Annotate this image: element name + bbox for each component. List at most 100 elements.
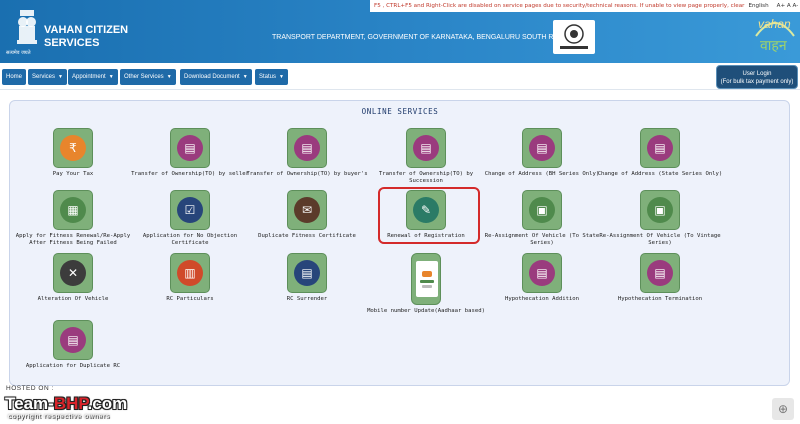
service-tile[interactable]: ▥ [170, 253, 210, 293]
panel-title: ONLINE SERVICES [361, 107, 439, 116]
form-icon: ▤ [294, 135, 320, 161]
service-hypothecation-addition[interactable]: ▤ Hypothecation Addition [477, 253, 607, 303]
service-tile[interactable]: ☑ [170, 190, 210, 230]
vahan-logo: vahan वाहन [752, 6, 798, 60]
service-label: Hypothecation Addition [504, 296, 580, 302]
main-nav: Home Services ▼ Appointment ▼ Other Servic… [0, 63, 800, 90]
watermark-hosted: HOSTED ON : [6, 385, 54, 392]
nav-download-document[interactable]: Download Document ▼ [180, 69, 252, 85]
service-tile[interactable]: ▤ [522, 253, 562, 293]
service-label: Change of Address (BH Series Only) [484, 171, 600, 177]
notice-bar: F5 , CTRL+F5 and Right-Click are disable… [370, 0, 800, 12]
service-label: Application for Duplicate RC [25, 363, 121, 369]
nav-services[interactable]: Services ▼ [28, 69, 67, 85]
service-tile[interactable]: ▣ [640, 190, 680, 230]
service-tile[interactable]: ▣ [522, 190, 562, 230]
form-icon: ▤ [60, 327, 86, 353]
service-rc-surrender[interactable]: ▤ RC Surrender [242, 253, 372, 303]
form-icon: ▤ [647, 135, 673, 161]
service-duplicate-fitness[interactable]: ✉ Duplicate Fitness Certificate [242, 190, 372, 240]
form-icon: ▤ [647, 260, 673, 286]
user-login-button[interactable]: User Login (For bulk tax payment only) [716, 65, 798, 89]
service-tile[interactable]: ₹ [53, 128, 93, 168]
service-label: Hypothecation Termination [617, 296, 703, 302]
service-alteration[interactable]: ✕ Alteration Of Vehicle [8, 253, 138, 303]
service-label: Transfer of Ownership(TO) by seller [131, 171, 249, 177]
phone-icon[interactable] [411, 253, 441, 305]
site-header: F5 , CTRL+F5 and Right-Click are disable… [0, 0, 800, 63]
nav-appointment-label: Appointment [72, 74, 106, 80]
brand-line1: VAHAN CITIZEN [44, 24, 129, 36]
nav-home[interactable]: Home [2, 69, 27, 85]
service-label: Application for No Objection Certificate [142, 233, 238, 246]
service-duplicate-rc[interactable]: ▤ Application for Duplicate RC [8, 320, 138, 370]
rc-icon: ▥ [177, 260, 203, 286]
national-emblem-icon [14, 8, 40, 54]
nav-appointment[interactable]: Appointment ▼ [68, 69, 118, 85]
service-reassign-vintage[interactable]: ▣ Re-Assignment Of Vehicle (To Vintage S… [595, 190, 725, 247]
service-label: Pay Your Tax [52, 171, 94, 177]
highlight-box [378, 187, 480, 244]
service-tile[interactable]: ✕ [53, 253, 93, 293]
watermark-brand-b: BHP [53, 394, 88, 413]
service-rc-particulars[interactable]: ▥ RC Particulars [125, 253, 255, 303]
surrender-icon: ▤ [294, 260, 320, 286]
watermark-copyright: copyright respective owners [8, 413, 111, 420]
watermark-brand-c: .com [87, 394, 128, 413]
nav-home-label: Home [6, 74, 23, 80]
service-pay-tax[interactable]: ₹ Pay Your Tax [8, 128, 138, 178]
service-tile[interactable]: ✉ [287, 190, 327, 230]
nav-other-services-label: Other Services [124, 74, 164, 80]
service-label: Re-Assignment Of Vehicle (To Vintage Ser… [599, 233, 721, 246]
notice-text: F5 , CTRL+F5 and Right-Click are disable… [374, 3, 745, 9]
emblem-caption: सत्यमेव जयते [6, 50, 31, 56]
document-icon: ▦ [60, 197, 86, 223]
form-icon: ▤ [413, 135, 439, 161]
service-label: Transfer of Ownership(TO) by buyer's [246, 171, 368, 177]
service-label: Transfer of Ownership(TO) by Succession [378, 171, 474, 184]
service-to-buyer[interactable]: ▤ Transfer of Ownership(TO) by buyer's [242, 128, 372, 178]
vehicle-doc-icon: ▣ [529, 197, 555, 223]
service-to-seller[interactable]: ▤ Transfer of Ownership(TO) by seller [125, 128, 255, 178]
service-fitness-renewal[interactable]: ▦ Apply for Fitness Renewal/Re-Apply Aft… [8, 190, 138, 247]
service-tile[interactable]: ▤ [640, 253, 680, 293]
service-change-address-state[interactable]: ▤ Change of Address (State Series Only) [595, 128, 725, 178]
vahan-logo-text: vahan [758, 17, 791, 31]
service-tile[interactable]: ▤ [522, 128, 562, 168]
service-tile[interactable]: ▤ [287, 128, 327, 168]
nav-status[interactable]: Status ▼ [255, 69, 288, 85]
service-tile[interactable]: ▤ [287, 253, 327, 293]
service-label: RC Surrender [286, 296, 328, 302]
service-noc[interactable]: ☑ Application for No Objection Certifica… [125, 190, 255, 247]
service-hypothecation-termination[interactable]: ▤ Hypothecation Termination [595, 253, 725, 303]
tools-icon: ✕ [60, 260, 86, 286]
service-reassign-state[interactable]: ▣ Re-Assignment Of Vehicle (To State Ser… [477, 190, 607, 247]
service-change-address-bh[interactable]: ▤ Change of Address (BH Series Only) [477, 128, 607, 178]
service-tile[interactable]: ▤ [406, 128, 446, 168]
form-icon: ▤ [177, 135, 203, 161]
zoom-icon[interactable]: ⊕ [772, 398, 794, 420]
service-label: Mobile number Update(Aadhaar based) [367, 308, 485, 314]
chevron-down-icon: ▼ [242, 74, 248, 80]
watermark-brand: Team-BHP.com [5, 394, 127, 414]
checklist-icon: ☑ [177, 197, 203, 223]
service-label: Re-Assignment Of Vehicle (To State Serie… [484, 233, 600, 246]
service-tile[interactable]: ▤ [53, 320, 93, 360]
service-label: Change of Address (State Series Only) [597, 171, 723, 177]
nav-other-services[interactable]: Other Services ▼ [120, 69, 176, 85]
login-label: User Login [742, 71, 772, 77]
service-tile[interactable]: ▤ [170, 128, 210, 168]
service-label: Alteration Of Vehicle [37, 296, 109, 302]
service-tile[interactable]: ▤ [640, 128, 680, 168]
form-icon: ▤ [529, 135, 555, 161]
service-label: RC Particulars [166, 296, 214, 302]
service-to-succession[interactable]: ▤ Transfer of Ownership(TO) by Successio… [361, 128, 491, 185]
certificate-icon: ✉ [294, 197, 320, 223]
chevron-down-icon: ▼ [58, 74, 63, 80]
form-icon: ▤ [529, 260, 555, 286]
transport-dept-logo [553, 20, 595, 54]
nav-services-label: Services [32, 74, 56, 80]
brand-title[interactable]: VAHAN CITIZEN SERVICES [44, 24, 128, 50]
service-tile[interactable]: ▦ [53, 190, 93, 230]
service-mobile-update[interactable]: Mobile number Update(Aadhaar based) [361, 253, 491, 315]
